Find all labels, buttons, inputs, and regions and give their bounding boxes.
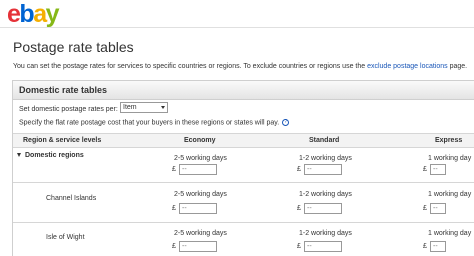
region-isle-of-wight: Isle of Wight	[46, 234, 85, 241]
express-price-input[interactable]	[430, 241, 446, 252]
express-price-input[interactable]	[430, 164, 446, 175]
chevron-down-icon	[161, 106, 165, 109]
specify-text: Specify the flat rate postage cost that …	[19, 119, 280, 127]
standard-price-input[interactable]	[304, 164, 342, 175]
express-days: 1 working day	[428, 155, 472, 162]
currency-symbol: £	[423, 166, 427, 173]
currency-symbol: £	[423, 205, 427, 212]
economy-days: 2-5 working days	[174, 155, 227, 162]
intro-prefix: You can set the postage rates for servic…	[13, 63, 366, 70]
logo-letter-e: e	[7, 0, 21, 28]
header-standard: Standard	[309, 137, 340, 144]
logo-letter-b: b	[19, 0, 34, 28]
intro-suffix: page.	[449, 63, 468, 70]
region-channel-islands: Channel Islands	[46, 195, 97, 202]
expand-triangle-icon	[17, 153, 21, 158]
express-days: 1 working day	[428, 230, 472, 237]
economy-days: 2-5 working days	[174, 191, 227, 198]
rates-per-select-value: Item	[123, 104, 137, 111]
region-domestic[interactable]: Domestic regions	[17, 152, 84, 159]
currency-symbol: £	[297, 166, 301, 173]
standard-price-input[interactable]	[304, 203, 342, 214]
ebay-logo[interactable]: ebay	[7, 0, 60, 28]
panel-title: Domestic rate tables	[19, 85, 108, 95]
rates-per-select[interactable]: Item	[120, 102, 168, 113]
currency-symbol: £	[297, 205, 301, 212]
currency-symbol: £	[423, 243, 427, 250]
page-title: Postage rate tables	[13, 39, 134, 55]
currency-symbol: £	[172, 166, 176, 173]
help-icon[interactable]: ?	[282, 119, 290, 126]
domestic-rate-tables-panel: Domestic rate tables Set domestic postag…	[12, 80, 474, 256]
row-divider	[13, 182, 474, 183]
economy-price-input[interactable]	[179, 203, 217, 214]
logo-letter-a: a	[33, 0, 47, 28]
header-express: Express	[435, 137, 463, 144]
exclude-postage-locations-link[interactable]: exclude postage locations	[367, 63, 448, 70]
standard-days: 1-2 working days	[299, 191, 352, 198]
row-divider	[13, 222, 474, 223]
express-days: 1 working day	[428, 191, 472, 198]
logo-letter-y: y	[45, 0, 60, 28]
header-economy: Economy	[184, 137, 216, 144]
header-divider	[0, 27, 474, 28]
economy-price-input[interactable]	[179, 164, 217, 175]
standard-days: 1-2 working days	[299, 230, 352, 237]
specify-text-line: Specify the flat rate postage cost that …	[19, 119, 290, 127]
standard-price-input[interactable]	[304, 241, 342, 252]
currency-symbol: £	[172, 243, 176, 250]
standard-days: 1-2 working days	[299, 155, 352, 162]
region-name: Domestic regions	[25, 152, 84, 159]
set-rates-label: Set domestic postage rates per:	[19, 106, 118, 113]
economy-days: 2-5 working days	[174, 230, 227, 237]
express-price-input[interactable]	[430, 203, 446, 214]
table-header: Region & service levels Economy Standard…	[13, 133, 474, 148]
currency-symbol: £	[172, 205, 176, 212]
header-region: Region & service levels	[23, 137, 102, 144]
intro-text: You can set the postage rates for servic…	[13, 63, 467, 70]
panel-header: Domestic rate tables	[13, 81, 474, 100]
currency-symbol: £	[297, 243, 301, 250]
economy-price-input[interactable]	[179, 241, 217, 252]
